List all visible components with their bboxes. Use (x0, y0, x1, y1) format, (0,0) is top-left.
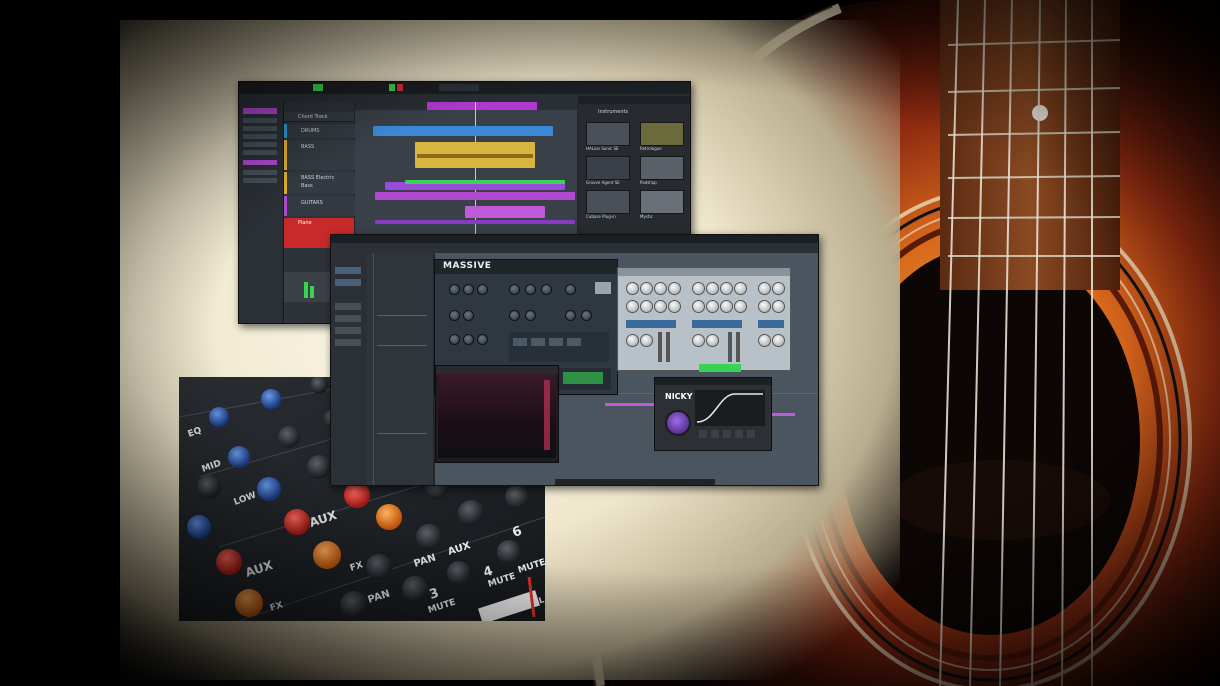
knob[interactable] (463, 334, 474, 345)
track-name: BASS (301, 144, 315, 150)
browser-list (367, 253, 433, 485)
mediabay-title: Instruments (598, 109, 629, 115)
instrument-name: HALion Sonic SE (586, 146, 619, 151)
silver-synth (617, 267, 791, 371)
left-toolbar (331, 253, 367, 485)
knob[interactable] (581, 310, 592, 321)
track-name: Chord Track (298, 114, 328, 120)
transfer-curve (695, 390, 765, 426)
track-name: Bass (301, 183, 313, 189)
clip-piano[interactable] (375, 220, 575, 224)
clip-synth[interactable] (375, 192, 575, 200)
knob[interactable] (525, 284, 536, 295)
collage-image: Chord Track DRUMS BASS BASS Electric Bas… (0, 0, 1220, 686)
play-indicator (313, 84, 323, 91)
record-indicator (397, 84, 403, 91)
inspector-panel (239, 102, 284, 323)
track-row[interactable]: BASS Electric Bass (284, 172, 357, 194)
knob[interactable] (477, 284, 488, 295)
track-row[interactable]: GUITARS (284, 196, 357, 216)
record-ready-indicator (389, 84, 395, 91)
clip-pad[interactable] (465, 206, 545, 218)
green-indicator (699, 364, 741, 372)
track-row[interactable]: BASS (284, 140, 357, 170)
nicky-compressor: NICKY (654, 364, 772, 451)
track-name: GUITARS (301, 200, 323, 206)
instrument-name: Groove Agent SE (586, 180, 620, 185)
instrument-thumb[interactable] (640, 122, 684, 146)
knob[interactable] (463, 284, 474, 295)
knob[interactable] (449, 284, 460, 295)
modulation-section (509, 332, 609, 362)
knob[interactable] (449, 310, 460, 321)
instrument-name: Retrologue (640, 146, 662, 151)
knob[interactable] (509, 284, 520, 295)
track-name: DRUMS (301, 128, 320, 134)
knob[interactable] (463, 310, 474, 321)
knob[interactable] (509, 310, 520, 321)
analyzer-plugin (435, 365, 559, 463)
track-row[interactable]: DRUMS (284, 124, 357, 138)
track-row[interactable]: Chord Track (284, 112, 354, 122)
instrument-name: Cubase Plug-in (586, 214, 616, 219)
plugin-daw-window: MASSIVE NICKY (330, 234, 819, 486)
cycle-range (427, 102, 537, 110)
clip-drums[interactable] (373, 126, 553, 136)
main-knob[interactable] (665, 410, 691, 436)
compressor-logo: NICKY (665, 392, 693, 401)
waveform (417, 154, 533, 158)
transport-bar (555, 479, 715, 485)
synth-logo: MASSIVE (443, 261, 492, 271)
filter-display (595, 282, 611, 294)
instrument-thumb[interactable] (586, 122, 630, 146)
clip-green[interactable] (405, 180, 565, 184)
transport-display (439, 84, 479, 91)
instrument-thumb[interactable] (586, 156, 630, 180)
knob[interactable] (565, 284, 576, 295)
inspector-selected-item (243, 108, 277, 114)
track-name: BASS Electric (301, 175, 335, 181)
knob[interactable] (541, 284, 552, 295)
knob[interactable] (525, 310, 536, 321)
instrument-thumb[interactable] (640, 190, 684, 214)
track-name: Piano (298, 220, 312, 226)
instrument-name: Padshop (640, 180, 657, 185)
instrument-thumb[interactable] (640, 156, 684, 180)
knob[interactable] (477, 334, 488, 345)
knob[interactable] (449, 334, 460, 345)
instrument-name: Mystic (640, 214, 653, 219)
instrument-thumb[interactable] (586, 190, 630, 214)
knob[interactable] (565, 310, 576, 321)
